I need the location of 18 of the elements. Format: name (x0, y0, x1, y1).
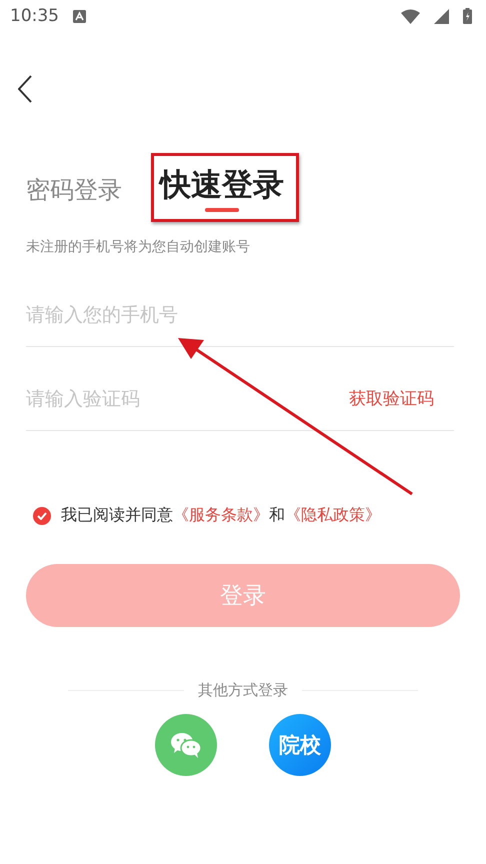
check-icon (37, 512, 47, 520)
other-login-title: 其他方式登录 (198, 681, 288, 700)
back-icon[interactable] (18, 75, 32, 103)
get-code-button[interactable]: 获取验证码 (349, 387, 454, 410)
status-time: 10:35 (10, 6, 59, 26)
signal-icon (434, 8, 449, 24)
battery-icon (463, 8, 472, 24)
terms-link[interactable]: 《服务条款》 (173, 505, 269, 524)
wifi-icon (401, 8, 420, 24)
notification-icon (73, 10, 86, 22)
privacy-link[interactable]: 《隐私政策》 (285, 505, 381, 524)
agreement-text: 我已阅读并同意《服务条款》和《隐私政策》 (61, 505, 381, 526)
school-login-button[interactable]: 院校 (269, 714, 331, 776)
chat-bubbles-icon (170, 731, 202, 759)
agree-checkbox[interactable] (33, 506, 51, 524)
login-tab[interactable]: 密码登录 (26, 174, 122, 218)
hint-text: 未注册的手机号将为您自动创建账号 (25, 238, 251, 256)
login-tab[interactable]: 快速登录 (160, 164, 284, 218)
